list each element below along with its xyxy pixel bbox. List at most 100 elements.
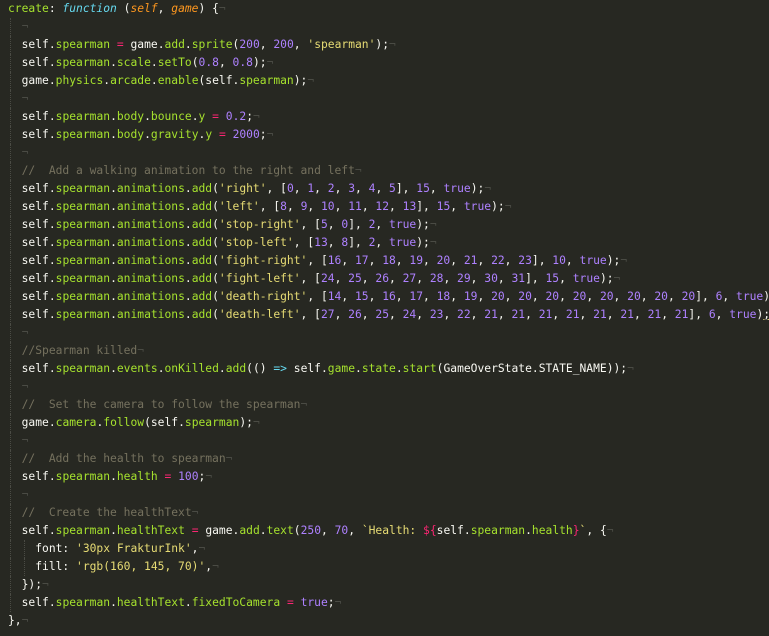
code-token-num: 20 — [599, 290, 614, 303]
indent-guide — [10, 270, 11, 288]
code-line[interactable]: self.spearman.events.onKilled.add(() => … — [0, 360, 769, 378]
code-token-plain: . — [48, 56, 56, 69]
indent-guide — [10, 360, 11, 378]
code-token-num: 19 — [463, 290, 478, 303]
code-line[interactable]: self.spearman.body.gravity.y = 2000;¬ — [0, 126, 769, 144]
code-token-plain: , — [640, 290, 655, 303]
code-token-plain: ) { — [198, 2, 219, 15]
code-token-str: 'spearman' — [307, 38, 376, 51]
code-token-plain: , — [633, 308, 648, 321]
code-line[interactable]: self.spearman.scale.setTo(0.8, 0.8);¬ — [0, 54, 769, 72]
code-token-num: 21 — [647, 308, 662, 321]
code-token-num: 0.8 — [198, 56, 219, 69]
code-token-plain: . — [48, 272, 56, 285]
indent-guide — [10, 594, 11, 612]
code-token-str: 'fight-left' — [218, 272, 301, 285]
code-line[interactable]: });¬ — [0, 576, 769, 594]
code-token-num: 10 — [320, 200, 335, 213]
code-token-plain: . — [184, 596, 192, 609]
code-token-str: '30px FrakturInk' — [76, 542, 192, 555]
code-line[interactable]: self.spearman.animations.add('stop-left'… — [0, 234, 769, 252]
code-token-prop: spearman — [55, 470, 111, 483]
eol-marker-icon: ¬ — [606, 524, 614, 537]
code-line[interactable]: },¬ — [0, 612, 769, 630]
code-token-plain: , — [334, 308, 349, 321]
code-token-plain: , — [334, 200, 349, 213]
code-token-num: 27 — [402, 272, 417, 285]
code-line[interactable]: ¬ — [0, 486, 769, 504]
code-token-param: self — [130, 2, 158, 15]
code-token-prop: animations — [116, 218, 185, 231]
code-line[interactable]: ¬ — [0, 432, 769, 450]
code-token-num: 21 — [484, 308, 498, 321]
code-token-plain: self — [21, 254, 49, 267]
indent-guide — [10, 288, 11, 306]
code-token-num: 26 — [375, 272, 389, 285]
eol-marker-icon: ¬ — [21, 434, 29, 447]
code-token-num: 20 — [627, 290, 641, 303]
code-line[interactable]: ¬ — [0, 90, 769, 108]
code-token-plain: . — [110, 524, 117, 537]
code-line[interactable]: // Set the camera to follow the spearman… — [0, 396, 769, 414]
code-line[interactable]: // Create the healthText¬ — [0, 504, 769, 522]
code-token-plain: , — [348, 524, 362, 537]
code-line[interactable]: self.spearman.healthText.fixedToCamera =… — [0, 594, 769, 612]
code-line[interactable]: // Add a walking animation to the right … — [0, 162, 769, 180]
code-token-plain: . — [48, 74, 56, 87]
code-token-plain: , — [361, 200, 376, 213]
code-line[interactable]: self.spearman.health = 100;¬ — [0, 468, 769, 486]
code-token-prop: spearman — [55, 272, 111, 285]
code-line[interactable]: ¬ — [0, 324, 769, 342]
code-line[interactable]: ¬ — [0, 144, 769, 162]
code-token-plain: }); — [21, 578, 43, 591]
code-token-plain: self — [21, 218, 49, 231]
code-content: create: function (self, game) {¬ ¬ self.… — [0, 0, 769, 630]
code-line[interactable]: self.spearman.animations.add('death-righ… — [0, 288, 769, 306]
code-token-plain: . — [110, 110, 117, 123]
code-token-plain: self — [286, 362, 321, 375]
code-editor[interactable]: create: function (self, game) {¬ ¬ self.… — [0, 0, 769, 636]
code-token-plain: , — [722, 290, 737, 303]
code-token-prop: arcade — [110, 74, 151, 87]
code-token-num: 13 — [314, 236, 328, 249]
code-token-plain: , — [443, 272, 458, 285]
code-line[interactable]: self.spearman = game.add.sprite(200, 200… — [0, 36, 769, 54]
code-line[interactable]: self.spearman.animations.add('death-left… — [0, 306, 769, 324]
code-token-plain: . — [184, 254, 192, 267]
code-token-plain: ], — [531, 254, 553, 267]
code-token-num: 17 — [409, 290, 424, 303]
code-token-prop: spearman — [55, 128, 111, 141]
code-line[interactable]: create: function (self, game) {¬ — [0, 0, 769, 18]
code-token-plain: , — [470, 308, 485, 321]
code-line[interactable]: ¬ — [0, 378, 769, 396]
code-line[interactable]: ¬ — [0, 18, 769, 36]
code-token-plain: . — [395, 362, 403, 375]
code-line[interactable]: game.camera.follow(self.spearman);¬ — [0, 414, 769, 432]
code-line[interactable]: fill: 'rgb(160, 145, 70)',¬ — [0, 558, 769, 576]
code-line[interactable]: self.spearman.animations.add('right', [0… — [0, 180, 769, 198]
code-line[interactable]: self.spearman.body.bounce.y = 0.2;¬ — [0, 108, 769, 126]
code-line[interactable]: font: '30px FrakturInk',¬ — [0, 540, 769, 558]
code-token-prop: spearman — [55, 524, 111, 537]
code-line[interactable]: // Add the health to spearman¬ — [0, 450, 769, 468]
code-token-plain: . — [48, 416, 56, 429]
code-token-plain: ], — [348, 236, 369, 249]
code-line[interactable]: self.spearman.healthText = game.add.text… — [0, 522, 769, 540]
code-token-prop: animations — [116, 254, 185, 267]
code-line[interactable]: self.spearman.animations.add('left', [8,… — [0, 198, 769, 216]
code-token-op: = — [191, 524, 199, 537]
code-token-num: 6 — [708, 308, 716, 321]
code-token-plain: self — [21, 110, 49, 123]
eol-marker-icon: ¬ — [429, 236, 437, 249]
code-line[interactable]: self.spearman.animations.add('stop-right… — [0, 216, 769, 234]
code-line[interactable]: self.spearman.animations.add('fight-righ… — [0, 252, 769, 270]
code-line[interactable]: //Spearman killed¬ — [0, 342, 769, 360]
code-token-cmt: // Add the health to spearman — [21, 452, 226, 465]
code-token-op: ${ — [423, 524, 437, 537]
code-line[interactable]: self.spearman.animations.add('fight-left… — [0, 270, 769, 288]
code-token-plain: ; — [259, 128, 267, 141]
code-line[interactable]: game.physics.arcade.enable(self.spearman… — [0, 72, 769, 90]
